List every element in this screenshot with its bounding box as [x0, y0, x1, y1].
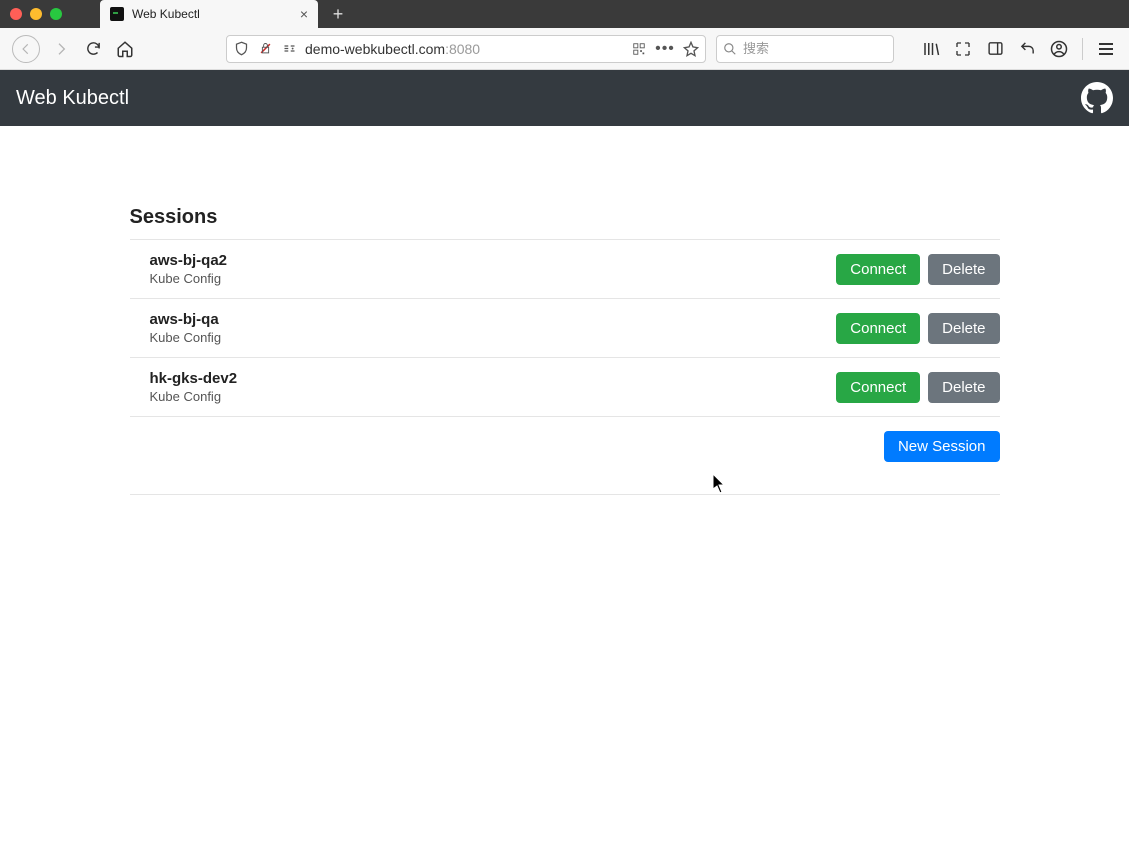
session-list: aws-bj-qa2 Kube Config Connect Delete aw… — [130, 239, 1000, 417]
search-box[interactable] — [716, 35, 894, 63]
page-actions-button[interactable]: ••• — [657, 41, 673, 57]
session-subtitle: Kube Config — [150, 330, 222, 345]
search-input[interactable] — [743, 41, 887, 56]
url-host: demo-webkubectl.com — [305, 41, 445, 57]
address-bar[interactable]: demo-webkubectl.com:8080 ••• — [226, 35, 706, 63]
session-info: aws-bj-qa2 Kube Config — [150, 252, 228, 286]
main-content: Sessions aws-bj-qa2 Kube Config Connect … — [130, 126, 1000, 495]
tab-close-button[interactable]: × — [300, 6, 308, 22]
session-name: aws-bj-qa — [150, 311, 222, 328]
account-button[interactable] — [1050, 40, 1068, 58]
url-port: :8080 — [445, 41, 480, 57]
shield-icon — [233, 41, 249, 57]
new-tab-button[interactable]: + — [324, 0, 352, 28]
library-button[interactable] — [922, 40, 940, 58]
insecure-icon — [257, 41, 273, 57]
delete-button[interactable]: Delete — [928, 254, 999, 285]
qr-icon[interactable] — [631, 41, 647, 57]
sidebar-button[interactable] — [986, 40, 1004, 58]
tab-favicon-icon — [110, 7, 124, 21]
session-info: aws-bj-qa Kube Config — [150, 311, 222, 345]
arrow-right-icon — [53, 41, 69, 57]
arrow-left-icon — [19, 42, 33, 56]
reload-button[interactable] — [82, 38, 104, 60]
session-row: aws-bj-qa2 Kube Config Connect Delete — [130, 240, 1000, 299]
browser-titlebar: Web Kubectl × + — [0, 0, 1129, 28]
home-icon — [116, 40, 134, 58]
window-minimize-button[interactable] — [30, 8, 42, 20]
browser-tab[interactable]: Web Kubectl × — [100, 0, 318, 28]
divider — [1082, 38, 1083, 60]
browser-toolbar: demo-webkubectl.com:8080 ••• — [0, 28, 1129, 70]
window-zoom-button[interactable] — [50, 8, 62, 20]
tab-title: Web Kubectl — [132, 7, 200, 21]
session-actions: Connect Delete — [836, 313, 999, 344]
bookmark-star-button[interactable] — [683, 41, 699, 57]
nav-buttons — [12, 35, 136, 63]
new-session-button[interactable]: New Session — [884, 431, 1000, 462]
session-name: hk-gks-dev2 — [150, 370, 238, 387]
app-title: Web Kubectl — [16, 87, 129, 110]
home-button[interactable] — [114, 38, 136, 60]
session-subtitle: Kube Config — [150, 389, 238, 404]
undo-button[interactable] — [1018, 40, 1036, 58]
back-button[interactable] — [12, 35, 40, 63]
connect-button[interactable]: Connect — [836, 372, 920, 403]
screenshot-button[interactable] — [954, 40, 972, 58]
toolbar-right — [922, 38, 1121, 60]
session-subtitle: Kube Config — [150, 271, 228, 286]
delete-button[interactable]: Delete — [928, 313, 999, 344]
github-link[interactable] — [1081, 82, 1113, 114]
session-name: aws-bj-qa2 — [150, 252, 228, 269]
session-actions: Connect Delete — [836, 372, 999, 403]
session-actions: Connect Delete — [836, 254, 999, 285]
session-row: hk-gks-dev2 Kube Config Connect Delete — [130, 358, 1000, 417]
github-icon — [1081, 82, 1113, 114]
permissions-icon — [281, 41, 297, 57]
app-header: Web Kubectl — [0, 70, 1129, 126]
search-icon — [723, 41, 737, 57]
footer-divider — [130, 494, 1000, 495]
connect-button[interactable]: Connect — [836, 313, 920, 344]
forward-button[interactable] — [50, 38, 72, 60]
session-info: hk-gks-dev2 Kube Config — [150, 370, 238, 404]
delete-button[interactable]: Delete — [928, 372, 999, 403]
window-controls — [0, 8, 62, 20]
url-text: demo-webkubectl.com:8080 — [305, 41, 623, 57]
sessions-heading: Sessions — [130, 206, 1000, 229]
reload-icon — [85, 40, 102, 57]
session-row: aws-bj-qa Kube Config Connect Delete — [130, 299, 1000, 358]
menu-button[interactable] — [1097, 40, 1115, 58]
connect-button[interactable]: Connect — [836, 254, 920, 285]
new-session-row: New Session — [130, 417, 1000, 476]
tab-content: Web Kubectl — [110, 7, 200, 21]
window-close-button[interactable] — [10, 8, 22, 20]
